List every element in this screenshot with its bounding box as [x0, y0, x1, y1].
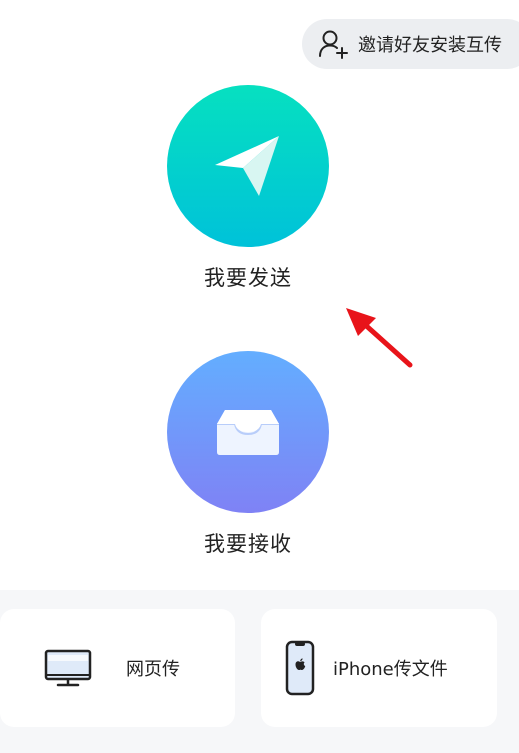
add-user-icon	[319, 30, 348, 59]
red-arrow-icon	[346, 308, 413, 368]
receive-button[interactable]	[167, 351, 329, 513]
iphone-transfer-label: iPhone传文件	[333, 659, 448, 680]
iphone-icon	[285, 640, 315, 696]
iphone-transfer-card[interactable]: iPhone传文件	[261, 609, 497, 727]
invite-friends-label: 邀请好友安装互传	[358, 35, 502, 56]
paper-plane-icon	[215, 136, 279, 196]
web-transfer-card[interactable]: 网页传	[0, 609, 235, 727]
inbox-tray-icon	[217, 410, 279, 455]
transfer-home: 邀请好友安装互传 我要发送 我要接收 网页传 iPhone传文件	[0, 0, 519, 753]
invite-friends-button[interactable]: 邀请好友安装互传	[302, 19, 519, 69]
send-button[interactable]	[167, 85, 329, 247]
receive-action[interactable]: 我要接收	[167, 351, 329, 558]
send-label: 我要发送	[204, 266, 292, 290]
web-transfer-label: 网页传	[126, 659, 180, 680]
monitor-icon	[44, 649, 92, 687]
send-action[interactable]: 我要发送	[167, 85, 329, 292]
receive-label: 我要接收	[204, 532, 292, 556]
